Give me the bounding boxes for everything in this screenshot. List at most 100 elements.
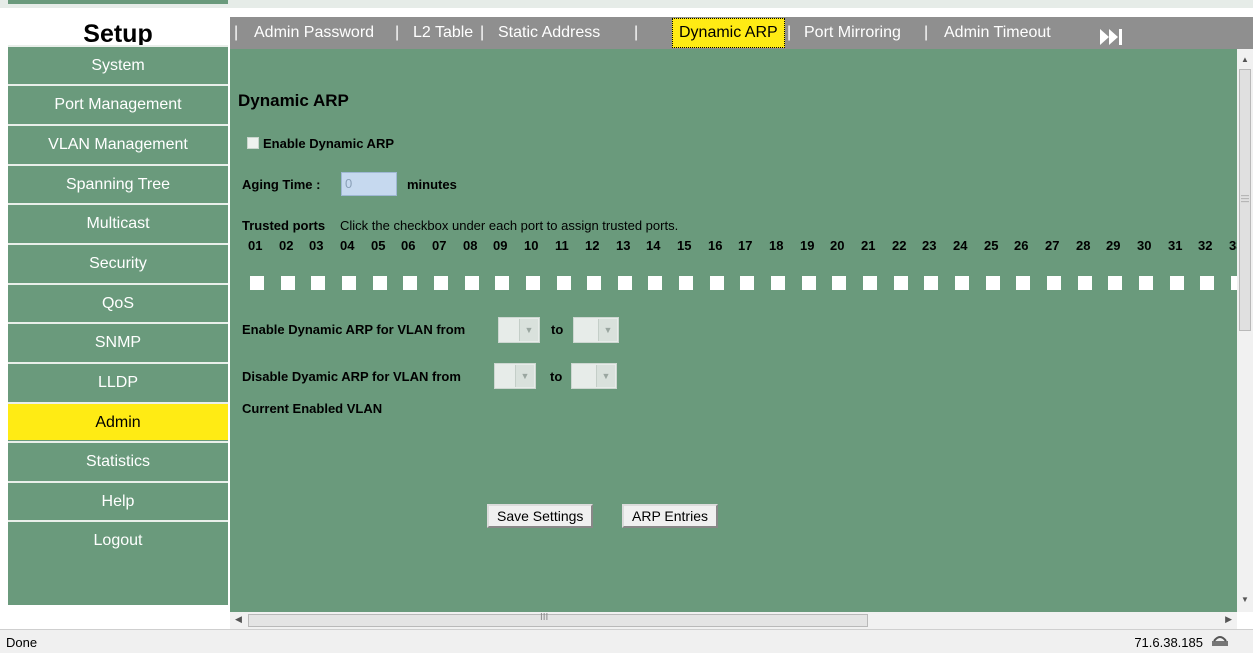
port-number: 10 bbox=[524, 238, 539, 253]
sidebar-item-admin[interactable]: Admin bbox=[8, 402, 228, 440]
port-number: 08 bbox=[463, 238, 478, 253]
top-strip bbox=[0, 0, 1253, 8]
port-number: 13 bbox=[616, 238, 631, 253]
enable-vlan-from-select[interactable]: ▼ bbox=[498, 317, 540, 343]
trusted-port-checkbox[interactable] bbox=[1139, 276, 1153, 290]
tab-l2-table[interactable]: L2 Table bbox=[413, 17, 473, 49]
save-settings-button[interactable]: Save Settings bbox=[487, 504, 594, 528]
trusted-port-checkbox[interactable] bbox=[1108, 276, 1122, 290]
enable-vlan-to-select[interactable]: ▼ bbox=[573, 317, 619, 343]
trusted-port-checkbox[interactable] bbox=[1078, 276, 1092, 290]
tab-separator: | bbox=[787, 24, 792, 41]
trusted-port-checkbox[interactable] bbox=[587, 276, 601, 290]
trusted-port-checkbox[interactable] bbox=[526, 276, 540, 290]
sidebar-item-port-management[interactable]: Port Management bbox=[8, 84, 228, 122]
sidebar-item-help[interactable]: Help bbox=[8, 481, 228, 519]
sidebar-item-snmp[interactable]: SNMP bbox=[8, 322, 228, 360]
scroll-left-icon[interactable]: ◀ bbox=[235, 614, 242, 625]
trusted-port-checkbox[interactable] bbox=[1016, 276, 1030, 290]
trusted-port-checkbox[interactable] bbox=[1200, 276, 1214, 290]
port-number: 26 bbox=[1014, 238, 1029, 253]
vertical-scrollbar[interactable]: ▲ — — — ▼ bbox=[1237, 49, 1253, 612]
port-number: 19 bbox=[800, 238, 815, 253]
trusted-port-checkbox[interactable] bbox=[281, 276, 295, 290]
trusted-port-checkbox[interactable] bbox=[740, 276, 754, 290]
trusted-port-checkbox[interactable] bbox=[986, 276, 1000, 290]
sidebar-item-spanning-tree[interactable]: Spanning Tree bbox=[8, 164, 228, 202]
trusted-port-checkbox[interactable] bbox=[1170, 276, 1184, 290]
scroll-right-icon[interactable]: ▶ bbox=[1225, 614, 1232, 625]
trusted-port-checkbox[interactable] bbox=[924, 276, 938, 290]
trusted-port-checkbox[interactable] bbox=[710, 276, 724, 290]
port-number: 01 bbox=[248, 238, 263, 253]
scroll-up-icon[interactable]: ▲ bbox=[1240, 55, 1250, 64]
port-number: 07 bbox=[432, 238, 447, 253]
arp-entries-button[interactable]: ARP Entries bbox=[622, 504, 718, 528]
trusted-ports-hint: Click the checkbox under each port to as… bbox=[340, 218, 679, 233]
sidebar-item-system[interactable]: System bbox=[8, 45, 228, 83]
enable-dynamic-arp-checkbox[interactable] bbox=[247, 137, 259, 149]
tab-admin-password[interactable]: Admin Password bbox=[254, 17, 374, 49]
trusted-port-checkbox[interactable] bbox=[863, 276, 877, 290]
port-number: 30 bbox=[1137, 238, 1152, 253]
port-number: 33 bbox=[1229, 238, 1237, 253]
vertical-grip-icon: — — — bbox=[1241, 191, 1249, 206]
tab-bar: | Admin Password | L2 Table | Static Add… bbox=[230, 17, 1253, 49]
port-number: 05 bbox=[371, 238, 386, 253]
trusted-port-checkbox[interactable] bbox=[465, 276, 479, 290]
trusted-port-checkbox[interactable] bbox=[311, 276, 325, 290]
trusted-port-checkbox[interactable] bbox=[679, 276, 693, 290]
trusted-port-checkbox[interactable] bbox=[648, 276, 662, 290]
port-number: 14 bbox=[646, 238, 661, 253]
scroll-down-icon[interactable]: ▼ bbox=[1240, 595, 1250, 604]
tab-static-address[interactable]: Static Address bbox=[498, 17, 600, 49]
trusted-port-checkbox[interactable] bbox=[894, 276, 908, 290]
trusted-port-checkbox[interactable] bbox=[832, 276, 846, 290]
port-number: 06 bbox=[401, 238, 416, 253]
network-icon bbox=[1211, 633, 1229, 647]
trusted-port-checkbox[interactable] bbox=[618, 276, 632, 290]
horizontal-scrollbar[interactable]: ◀ III ▶ bbox=[230, 612, 1237, 629]
port-number: 03 bbox=[309, 238, 324, 253]
horizontal-grip-icon: III bbox=[540, 612, 549, 623]
port-number: 22 bbox=[892, 238, 907, 253]
trusted-port-checkbox[interactable] bbox=[557, 276, 571, 290]
trusted-port-checkbox[interactable] bbox=[1047, 276, 1061, 290]
tab-port-mirroring[interactable]: Port Mirroring bbox=[804, 17, 901, 49]
aging-time-input[interactable]: 0 bbox=[341, 172, 397, 196]
sidebar-item-security[interactable]: Security bbox=[8, 243, 228, 281]
port-number: 20 bbox=[830, 238, 845, 253]
trusted-port-checkbox[interactable] bbox=[495, 276, 509, 290]
port-number: 24 bbox=[953, 238, 968, 253]
tab-separator: | bbox=[480, 24, 485, 41]
port-number: 27 bbox=[1045, 238, 1060, 253]
port-number: 11 bbox=[555, 238, 569, 253]
sidebar-item-lldp[interactable]: LLDP bbox=[8, 362, 228, 400]
sidebar-item-multicast[interactable]: Multicast bbox=[8, 203, 228, 241]
disable-vlan-to-label: to bbox=[550, 369, 563, 384]
trusted-port-checkbox[interactable] bbox=[434, 276, 448, 290]
trusted-port-checkbox[interactable] bbox=[373, 276, 387, 290]
sidebar-item-qos[interactable]: QoS bbox=[8, 283, 228, 321]
port-number: 04 bbox=[340, 238, 355, 253]
trusted-port-checkbox[interactable] bbox=[802, 276, 816, 290]
ip-address: 71.6.38.185 bbox=[1134, 635, 1203, 650]
horizontal-scroll-thumb[interactable] bbox=[248, 614, 868, 627]
port-number: 32 bbox=[1198, 238, 1213, 253]
trusted-port-checkbox[interactable] bbox=[403, 276, 417, 290]
tab-dynamic-arp[interactable]: Dynamic ARP bbox=[672, 18, 785, 48]
sidebar-item-vlan-management[interactable]: VLAN Management bbox=[8, 124, 228, 162]
port-number: 23 bbox=[922, 238, 937, 253]
sidebar-item-logout[interactable]: Logout bbox=[8, 520, 228, 558]
trusted-port-checkbox[interactable] bbox=[955, 276, 969, 290]
trusted-port-checkbox[interactable] bbox=[342, 276, 356, 290]
disable-vlan-to-select[interactable]: ▼ bbox=[571, 363, 617, 389]
trusted-ports-label: Trusted ports bbox=[242, 218, 326, 233]
trusted-port-checkbox[interactable] bbox=[250, 276, 264, 290]
tab-admin-timeout[interactable]: Admin Timeout bbox=[944, 17, 1051, 49]
port-checkbox-row bbox=[240, 276, 1237, 296]
trusted-port-checkbox[interactable] bbox=[771, 276, 785, 290]
sidebar-item-statistics[interactable]: Statistics bbox=[8, 441, 228, 479]
fast-forward-icon[interactable] bbox=[1100, 25, 1126, 45]
disable-vlan-from-select[interactable]: ▼ bbox=[494, 363, 536, 389]
